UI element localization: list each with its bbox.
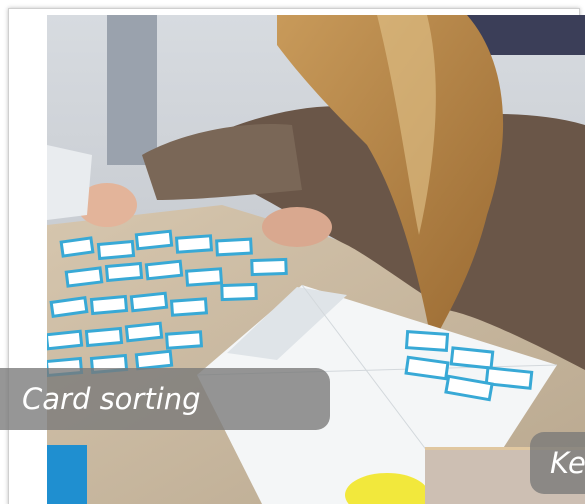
caption-card-sorting: Card sorting <box>0 368 330 430</box>
slide: Card sorting Ke <box>0 0 585 504</box>
caption-secondary: Ke <box>530 432 585 494</box>
photo-illustration <box>47 15 585 504</box>
card-sorting-photo <box>47 15 585 504</box>
